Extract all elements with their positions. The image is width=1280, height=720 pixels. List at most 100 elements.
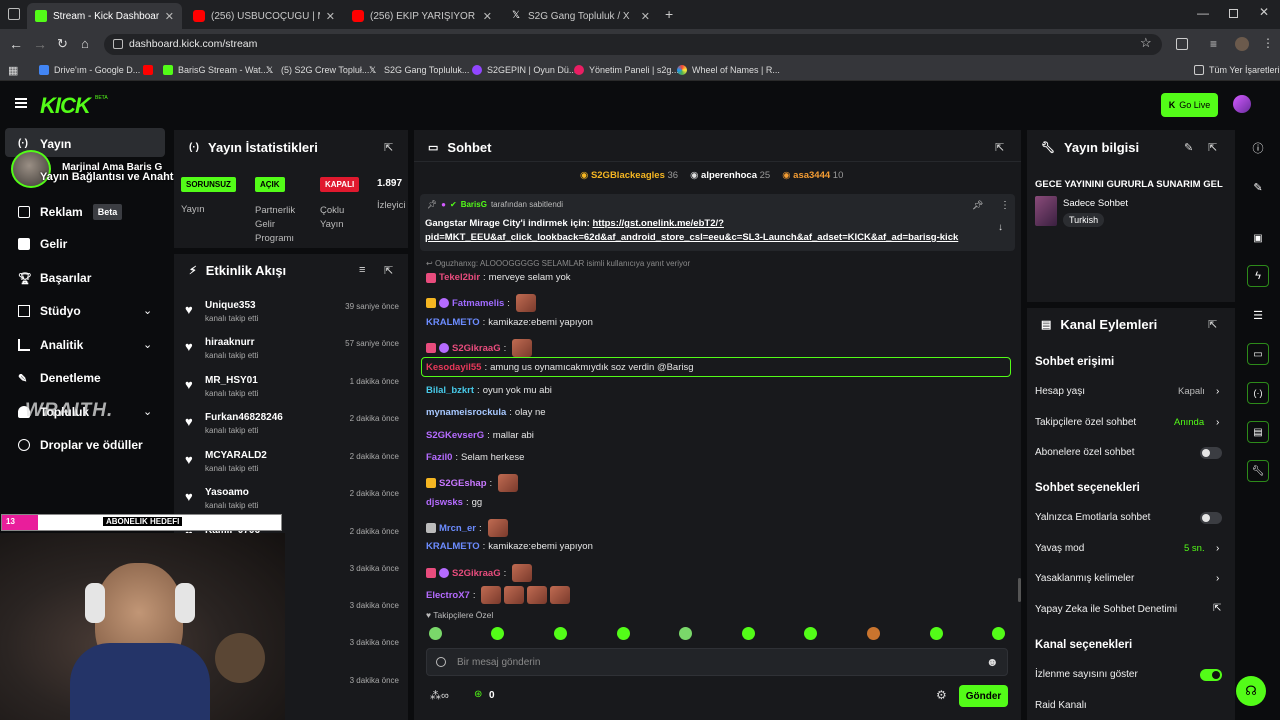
setting-banned-words[interactable]: Yasaklanmış kelimeler (1035, 573, 1134, 584)
home-icon[interactable]: ⌂ (81, 36, 89, 51)
pinned-link[interactable]: https://gst.onelink.me/ebT2/? (593, 218, 724, 229)
minimize-icon[interactable]: — (1197, 6, 1209, 20)
window-close-icon[interactable]: ✕ (1259, 5, 1269, 19)
chat-message[interactable]: mynameisrockula: olay ne (426, 407, 546, 418)
bookmark-s2g-gang[interactable]: 𝕏 S2G Gang Topluluk... (369, 62, 469, 78)
unpin-icon[interactable]: 📌︎ (972, 200, 983, 211)
more-icon[interactable]: ⋮ (1000, 200, 1010, 211)
setting-slow-mode[interactable]: Yavaş mod (1035, 543, 1084, 554)
bookmark-s2gepin[interactable]: S2GEPIN | Oyun Dü... (472, 62, 576, 78)
show-viewers-toggle[interactable] (1200, 669, 1222, 681)
chat-message[interactable]: S2GEshap: (426, 474, 519, 492)
browser-tab-youtube-2[interactable]: (256) EKİP YARIŞIYOR | HARİTA ✕ (344, 3, 500, 29)
forward-icon[interactable]: → (33, 36, 47, 52)
bookmark-drive[interactable]: Drive'ım - Google D... (39, 62, 140, 78)
chat-message[interactable]: Tekel2bir: merveye selam yok (426, 272, 571, 283)
edit-icon[interactable]: ✎ (1184, 141, 1193, 154)
bookmark-s2g-crew[interactable]: 𝕏 (5) S2G Crew Topluł... (266, 62, 369, 78)
chat-username[interactable]: Fatmamelis (452, 298, 504, 309)
list-icon[interactable]: ☰ (1247, 304, 1269, 326)
hamburger-menu-icon[interactable] (15, 98, 27, 108)
chat-message[interactable]: Fazil0: Selam herkese (426, 452, 524, 463)
extensions-icon[interactable] (1176, 38, 1188, 50)
chat-message[interactable]: S2GKevserG: mallar abi (426, 430, 534, 441)
chevron-down-icon[interactable]: ⌄ (143, 304, 152, 317)
event-username[interactable]: MCYARALD2 (205, 450, 267, 461)
more-icon[interactable]: ⋮ (1262, 36, 1274, 50)
top-gifter[interactable]: ◉ alperenhoca 25 (690, 170, 770, 181)
kick-logo[interactable]: KICK (40, 93, 91, 119)
top-gifter[interactable]: ◉ asa3444 10 (782, 170, 843, 181)
chat-message[interactable]: S2GikraaG: (426, 339, 533, 357)
sidebar-item-droplar[interactable]: Droplar ve ödüller (18, 438, 143, 452)
external-link-icon[interactable]: ⇱ (1213, 603, 1221, 614)
chevron-right-icon[interactable]: › (1216, 573, 1223, 584)
back-icon[interactable]: ← (9, 36, 23, 52)
category-thumbnail[interactable] (1035, 196, 1057, 226)
sidebar-item-gelir[interactable]: Gelir (18, 237, 67, 251)
edit-icon[interactable]: ✎ (1247, 176, 1269, 198)
event-username[interactable]: hiraaknurr (205, 337, 254, 348)
chat-username[interactable]: S2GikraaG (452, 568, 501, 579)
chat-username[interactable]: mynameisrockula (426, 407, 506, 418)
quick-emote[interactable] (742, 627, 755, 640)
chevron-down-icon[interactable]: ⌄ (143, 405, 152, 418)
slow-mode-value[interactable]: 5 sn. (1184, 543, 1205, 554)
quick-emote[interactable] (617, 627, 630, 640)
chat-username[interactable]: S2GikraaG (452, 343, 501, 354)
chat-message[interactable]: djswsks: gg (426, 497, 482, 508)
chat-message[interactable]: S2GikraaG: (426, 564, 533, 582)
chat-username[interactable]: Tekel2bir (439, 272, 480, 283)
popout-icon[interactable]: ⇱ (1208, 141, 1217, 154)
setting-ai-moderation[interactable]: Yapay Zeka ile Sohbet Denetimi (1035, 604, 1177, 615)
url-bar[interactable]: dashboard.kick.com/stream ☆ (104, 34, 1162, 55)
setting-subs-only[interactable]: Abonelere özel sohbet (1035, 447, 1135, 458)
setting-account-age[interactable]: Hesap yaşı (1035, 386, 1085, 397)
chat-username[interactable]: KRALMETO (426, 317, 480, 328)
filter-icon[interactable]: ≡ (359, 264, 365, 276)
chat-username[interactable]: djswsks (426, 497, 463, 508)
popout-icon[interactable]: ⇱ (995, 141, 1004, 154)
quick-emote[interactable] (930, 627, 943, 640)
info-icon[interactable]: ⓘ (1247, 137, 1269, 159)
bookmark-wheel[interactable]: Wheel of Names | R... (677, 62, 780, 78)
lightning-icon[interactable]: ϟ (1247, 265, 1269, 287)
sidebar-item-studyo[interactable]: Stüdyo (18, 304, 81, 318)
chat-username[interactable]: S2GEshap (439, 478, 487, 489)
chat-scrollbar[interactable] (1018, 578, 1021, 602)
chat-message[interactable]: KRALMETO: kamikaze:ebemi yapıyon (426, 541, 593, 552)
sidebar-item-stream-key[interactable]: Yayın Bağlantısı ve Anahtar (40, 171, 184, 183)
sidebar-item-analitik[interactable]: Analitik (18, 338, 83, 352)
browser-tab-x[interactable]: 𝕏 S2G Gang Topluluk / X ✕ (502, 3, 658, 29)
top-gifter[interactable]: ◉ S2GBlackeagles 36 (580, 170, 678, 181)
tab-search-icon[interactable] (8, 8, 20, 20)
pinned-message[interactable]: 📌︎ ● ✔ BarisG tarafından sabitlendi Gangsta… (420, 194, 1015, 251)
chat-icon[interactable]: ▭ (1247, 343, 1269, 365)
setting-raid[interactable]: Raid Kanalı (1035, 700, 1087, 711)
close-icon[interactable]: ✕ (483, 10, 492, 23)
send-button[interactable]: Gönder (959, 685, 1008, 707)
event-username[interactable]: Furkan46828246 (205, 412, 283, 423)
emoji-icon[interactable]: ☻ (986, 655, 999, 669)
site-info-icon[interactable] (113, 39, 123, 49)
media-icon[interactable]: ≡ (1210, 37, 1217, 51)
support-icon[interactable]: ☊ (1236, 676, 1266, 706)
quick-emote[interactable] (491, 627, 504, 640)
chat-username[interactable]: S2GKevserG (426, 430, 484, 441)
event-username[interactable]: MR_HSY01 (205, 375, 258, 386)
chat-username[interactable]: Mrcn_er (439, 523, 476, 534)
chat-message[interactable]: Kesodayil55: amung us oynamıcakmıydık soz… (426, 362, 694, 373)
chat-username[interactable]: ElectroX7 (426, 590, 470, 601)
chat-input[interactable]: Bir mesaj gönderin ☻ (426, 648, 1008, 676)
setting-emote-only[interactable]: Yalnızca Emotlarla sohbet (1035, 512, 1150, 523)
account-age-value[interactable]: Kapalı (1178, 386, 1205, 397)
chat-message[interactable]: KRALMETO: kamikaze:ebemi yapıyon (426, 317, 593, 328)
expand-icon[interactable]: ↓ (998, 222, 1003, 233)
chat-message[interactable]: Mrcn_er: (426, 519, 508, 537)
close-icon[interactable]: ✕ (326, 10, 335, 23)
event-username[interactable]: Unique353 (205, 300, 256, 311)
sidebar-item-yayin[interactable]: (·) Yayın (18, 137, 71, 151)
all-bookmarks[interactable]: Tüm Yer İşaretleri (1194, 62, 1280, 78)
chevron-right-icon[interactable]: › (1216, 417, 1223, 428)
quick-emote[interactable] (429, 627, 442, 640)
